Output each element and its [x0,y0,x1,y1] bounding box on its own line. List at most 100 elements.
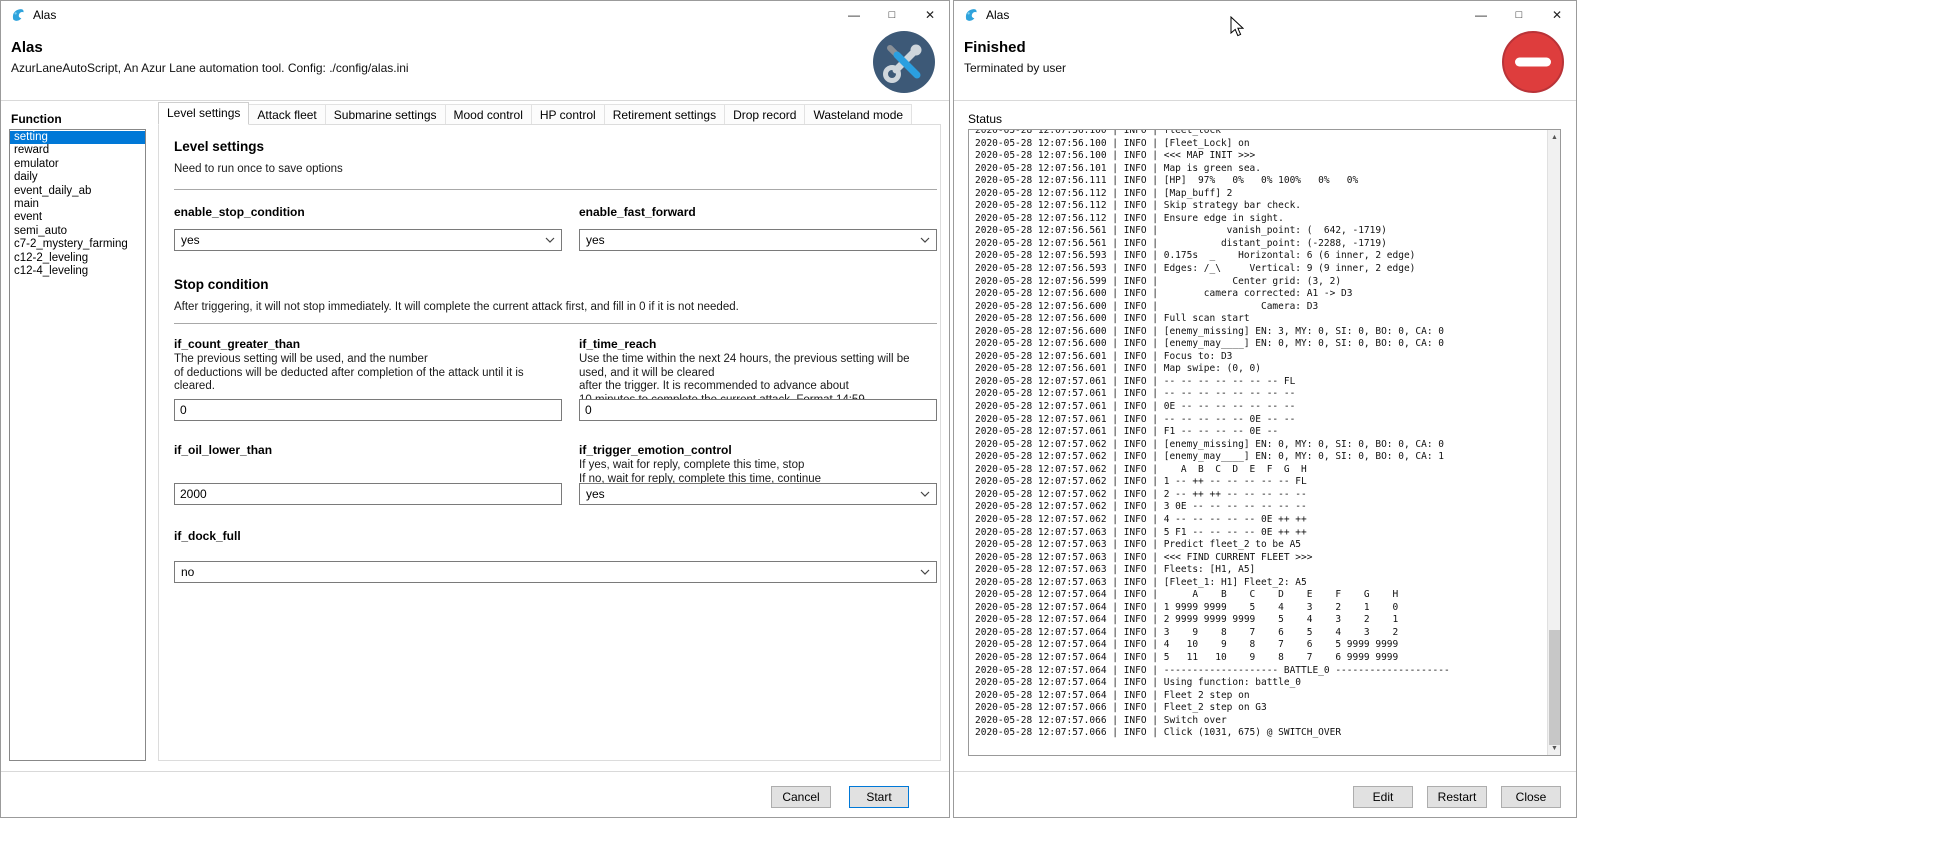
page-subtitle: AzurLaneAutoScript, An Azur Lane automat… [11,61,409,75]
minimize-icon[interactable]: — [835,1,873,29]
mouse-cursor [1230,16,1244,37]
function-list-item[interactable]: c7-2_mystery_farming [10,238,145,251]
label-enable-stop-condition: enable_stop_condition [174,205,562,219]
function-list-item[interactable]: emulator [10,158,145,171]
desktop: Alas — □ ✕ Alas AzurLaneAutoScript, An A… [0,0,1950,843]
tab[interactable]: Mood control [446,104,532,125]
function-list-item[interactable]: c12-2_leveling [10,252,145,265]
log-line: 2020-05-28 12:07:57.063 | INFO | <<< FIN… [975,552,1546,565]
log-line: 2020-05-28 12:07:57.062 | INFO | 2 -- ++… [975,489,1546,502]
window-title: Alas [986,8,1009,22]
header-divider [954,100,1576,101]
stop-badge-icon [1502,31,1564,93]
status-label: Status [968,112,1002,126]
log-line: 2020-05-28 12:07:57.061 | INFO | 0E -- -… [975,401,1546,414]
if-trigger-emotion-control-dropdown[interactable]: yes [579,483,937,505]
scroll-down-icon[interactable]: ▼ [1548,741,1561,755]
if-count-greater-than-input[interactable] [174,399,562,421]
label-enable-fast-forward: enable_fast_forward [579,205,937,219]
log-line: 2020-05-28 12:07:56.100 | INFO | [Fleet_… [975,138,1546,151]
if-oil-lower-than-input[interactable] [174,483,562,505]
log-line: 2020-05-28 12:07:57.062 | INFO | 3 0E --… [975,501,1546,514]
function-list-item[interactable]: reward [10,144,145,157]
log-line: 2020-05-28 12:07:57.063 | INFO | [Fleet_… [975,577,1546,590]
log-line: 2020-05-28 12:07:57.066 | INFO | Switch … [975,715,1546,728]
log-line: 2020-05-28 12:07:56.593 | INFO | Edges: … [975,263,1546,276]
chevron-down-icon [920,491,930,497]
alas-logo-icon [963,7,979,23]
function-list-item[interactable]: event_daily_ab [10,185,145,198]
footer-divider [1,771,949,772]
divider [174,189,937,190]
section-desc: After triggering, it will not stop immed… [174,301,739,315]
function-list-item[interactable]: c12-4_leveling [10,265,145,278]
log-line: 2020-05-28 12:07:56.593 | INFO | 0.175s … [975,250,1546,263]
log-line: 2020-05-28 12:07:57.063 | INFO | Fleets:… [975,564,1546,577]
cancel-button[interactable]: Cancel [771,786,831,808]
log-line: 2020-05-28 12:07:57.061 | INFO | -- -- -… [975,414,1546,427]
if-time-reach-input[interactable] [579,399,937,421]
enable-fast-forward-dropdown[interactable]: yes [579,229,937,251]
function-heading: Function [11,112,62,126]
log-line: 2020-05-28 12:07:56.599 | INFO | Center … [975,276,1546,289]
tab[interactable]: HP control [532,104,605,125]
edit-button[interactable]: Edit [1353,786,1413,808]
tab[interactable]: Submarine settings [326,104,446,125]
log-content[interactable]: 2020-05-28 12:07:56.100 | INFO | fleet_l… [970,130,1546,754]
function-list-item[interactable]: setting [10,131,145,144]
tab[interactable]: Retirement settings [605,104,725,125]
log-line: 2020-05-28 12:07:56.112 | INFO | [Map_bu… [975,188,1546,201]
function-list-item[interactable]: event [10,211,145,224]
if-dock-full-dropdown[interactable]: no [174,561,937,583]
log-output: 2020-05-28 12:07:56.100 | INFO | fleet_l… [968,129,1561,756]
scrollbar-thumb[interactable] [1549,630,1560,745]
maximize-icon[interactable]: □ [1500,1,1538,29]
titlebar[interactable]: Alas — □ ✕ [954,1,1576,29]
enable-stop-condition-dropdown[interactable]: yes [174,229,562,251]
desc-if-trigger-emotion-control: If yes, wait for reply, complete this ti… [579,459,937,486]
settings-tabs: Level settingsAttack fleetSubmarine sett… [158,102,912,125]
scroll-up-icon[interactable]: ▲ [1548,130,1561,144]
log-scrollbar[interactable]: ▲ ▼ [1547,130,1560,755]
log-line: 2020-05-28 12:07:57.064 | INFO | 3 9 8 7… [975,627,1546,640]
log-line: 2020-05-28 12:07:57.062 | INFO | 4 -- --… [975,514,1546,527]
maximize-icon[interactable]: □ [873,1,911,29]
log-line: 2020-05-28 12:07:56.600 | INFO | Full sc… [975,313,1546,326]
titlebar[interactable]: Alas — □ ✕ [1,1,949,29]
label-if-dock-full: if_dock_full [174,529,937,543]
function-list-item[interactable]: semi_auto [10,225,145,238]
divider [174,323,937,324]
tab[interactable]: Attack fleet [249,104,325,125]
log-line: 2020-05-28 12:07:56.601 | INFO | Focus t… [975,351,1546,364]
tools-badge-icon [873,31,935,93]
function-list[interactable]: settingrewardemulatordailyevent_daily_ab… [9,129,146,761]
log-line: 2020-05-28 12:07:56.561 | INFO | distant… [975,238,1546,251]
alas-logo-icon [10,7,26,23]
label-if-oil-lower-than: if_oil_lower_than [174,443,562,457]
log-line: 2020-05-28 12:07:57.063 | INFO | Predict… [975,539,1546,552]
log-line: 2020-05-28 12:07:57.064 | INFO | 1 9999 … [975,602,1546,615]
log-line: 2020-05-28 12:07:57.062 | INFO | [enemy_… [975,439,1546,452]
log-line: 2020-05-28 12:07:57.064 | INFO | A B C D… [975,589,1546,602]
function-list-item[interactable]: main [10,198,145,211]
log-line: 2020-05-28 12:07:57.066 | INFO | Fleet_2… [975,702,1546,715]
close-icon[interactable]: ✕ [911,1,949,29]
section-heading-level-settings: Level settings [174,139,264,154]
start-button[interactable]: Start [849,786,909,808]
log-line: 2020-05-28 12:07:56.600 | INFO | camera … [975,288,1546,301]
function-list-item[interactable]: daily [10,171,145,184]
close-icon[interactable]: ✕ [1538,1,1576,29]
close-button[interactable]: Close [1501,786,1561,808]
tab-panel: Level settings Need to run once to save … [158,124,941,761]
log-line: 2020-05-28 12:07:56.561 | INFO | vanish_… [975,225,1546,238]
restart-button[interactable]: Restart [1427,786,1487,808]
status-title: Finished [964,39,1026,56]
log-line: 2020-05-28 12:07:56.100 | INFO | <<< MAP… [975,150,1546,163]
log-line: 2020-05-28 12:07:57.062 | INFO | 1 -- ++… [975,476,1546,489]
label-if-count-greater-than: if_count_greater_than [174,337,562,351]
tab[interactable]: Level settings [158,102,249,125]
tab[interactable]: Wasteland mode [805,104,912,125]
footer-divider [954,771,1576,772]
tab[interactable]: Drop record [725,104,805,125]
minimize-icon[interactable]: — [1462,1,1500,29]
